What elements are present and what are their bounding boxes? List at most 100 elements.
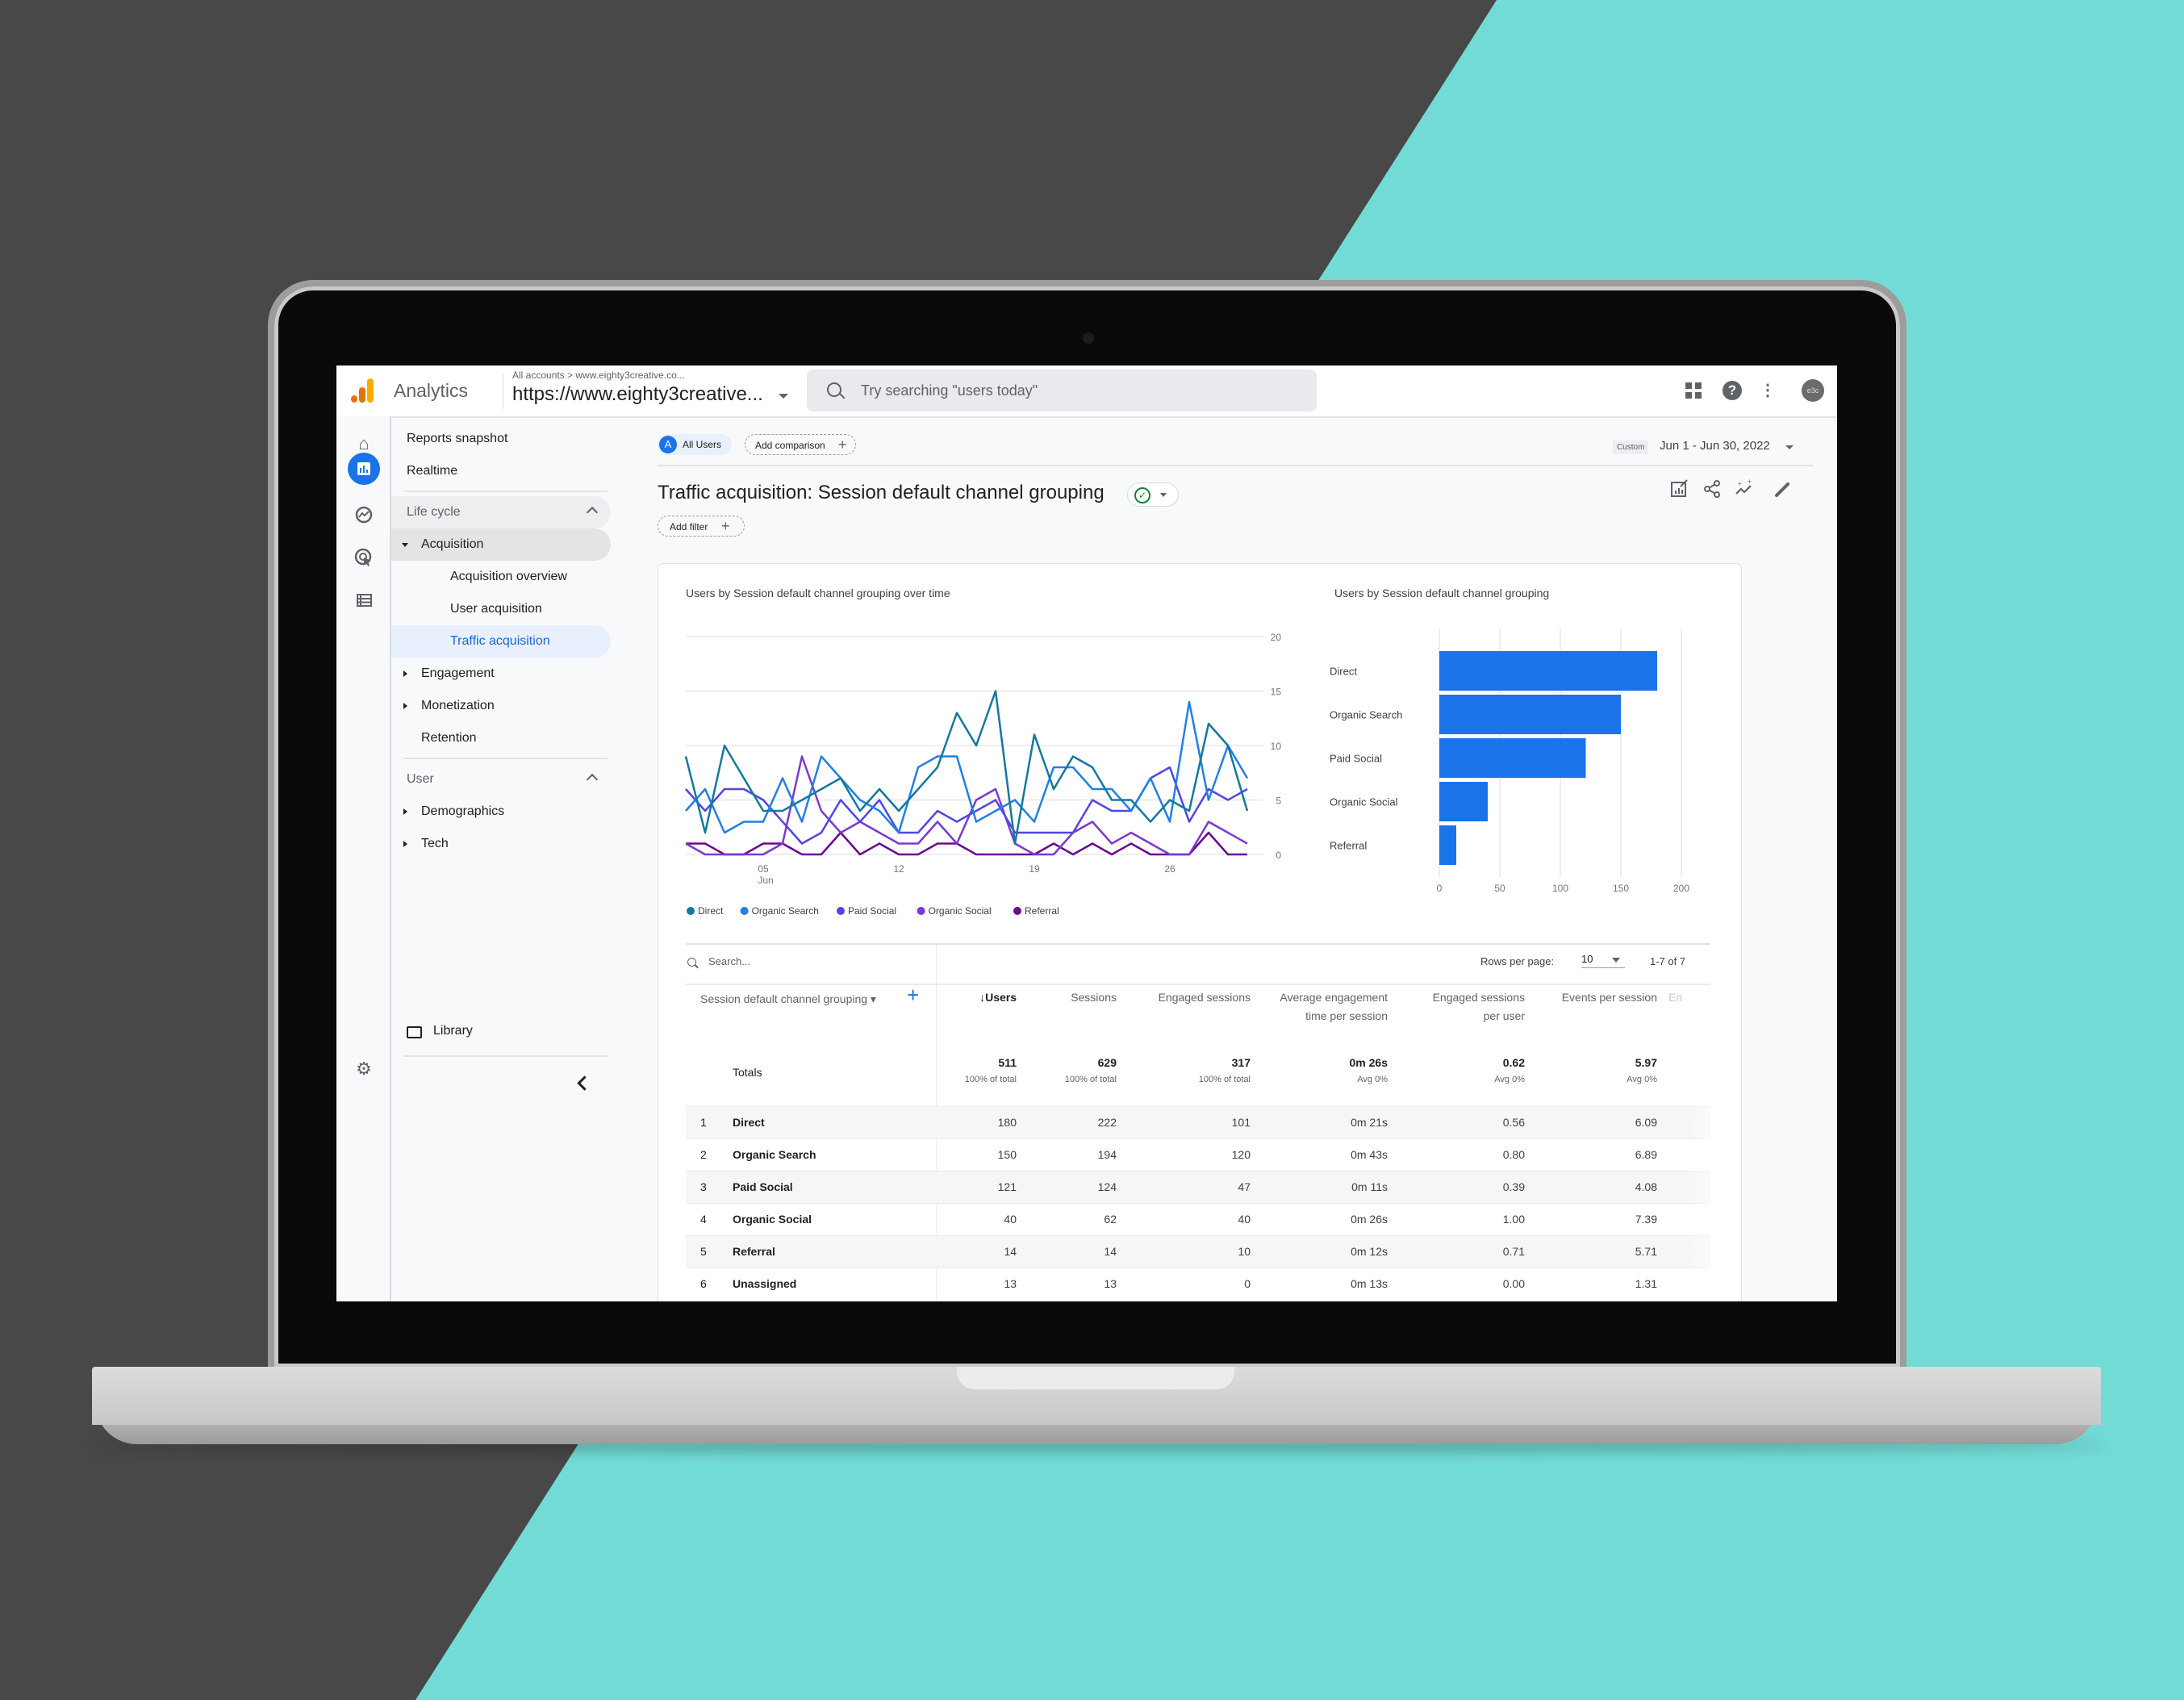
add-dimension-button[interactable]: +	[907, 984, 919, 1005]
folder-icon	[407, 1026, 422, 1038]
nav-label: Acquisition overview	[450, 570, 567, 583]
table-row[interactable]: 4 Organic Social 40 62 40 0m 26s 1.00 7.39	[686, 1203, 1710, 1236]
report-status-button[interactable]: ✓	[1127, 482, 1179, 507]
pagination-label: 1-7 of 7	[1650, 955, 1686, 967]
configure-icon[interactable]	[349, 586, 378, 615]
bar-paid-social	[1439, 738, 1586, 778]
total-value: 511	[998, 1056, 1017, 1069]
nav-label: Library	[433, 1024, 473, 1038]
header-divider	[658, 465, 1813, 466]
nav-divider	[404, 758, 608, 759]
column-header[interactable]: Sessions	[1036, 988, 1117, 1007]
table-row[interactable]: 1 Direct 180 222 101 0m 21s 0.56 6.09	[686, 1106, 1710, 1139]
svg-text:+: +	[1748, 478, 1752, 485]
column-header[interactable]: Average engagement time per session	[1267, 988, 1388, 1025]
property-dropdown-icon[interactable]	[779, 394, 788, 399]
table-row[interactable]: 3 Paid Social 121 124 47 0m 11s 0.39 4.08	[686, 1171, 1710, 1204]
search-bar[interactable]: Try searching "users today"	[807, 370, 1317, 411]
nav-label: User	[407, 772, 434, 786]
row-cell: 14	[1004, 1245, 1017, 1258]
nav-item-realtime[interactable]: Realtime	[391, 455, 611, 487]
column-header[interactable]: Engaged sessions	[1121, 988, 1251, 1007]
row-dimension: Unassigned	[733, 1277, 797, 1290]
row-dimension: Organic Search	[733, 1148, 816, 1161]
dimension-header[interactable]: Session default channel grouping ▾	[700, 990, 894, 1009]
bar-chart: 0 50 100 150 200 Direct Organic Search Paid Soc…	[1330, 629, 1689, 894]
nav-item-monetization[interactable]: Monetization	[391, 690, 611, 722]
legend-label: Organic Search	[752, 905, 819, 917]
x-tick-label: 19	[1029, 863, 1040, 875]
analytics-logo-icon[interactable]	[351, 378, 375, 403]
legend-marker	[687, 907, 695, 915]
help-icon[interactable]: ?	[1723, 381, 1742, 400]
dimension-header-label: Session default channel grouping	[700, 992, 868, 1005]
segment-chip-all-users[interactable]: A All Users	[658, 434, 732, 455]
row-cell: 62	[1104, 1213, 1117, 1226]
account-avatar[interactable]: e3c	[1802, 379, 1824, 402]
row-cell: 0.00	[1502, 1277, 1525, 1290]
row-cell: 120	[1231, 1148, 1251, 1161]
column-header[interactable]: Engaged sessions per user	[1420, 988, 1525, 1025]
explore-icon[interactable]	[349, 500, 378, 529]
add-filter-button[interactable]: Add filter +	[658, 516, 745, 537]
date-dropdown-icon[interactable]	[1785, 445, 1794, 449]
plus-icon: +	[721, 518, 730, 534]
caret-right-icon	[403, 808, 407, 815]
share-icon[interactable]	[1700, 478, 1724, 503]
insights-icon[interactable]: + +	[1732, 478, 1756, 503]
x-tick-label: 50	[1494, 883, 1505, 894]
account-breadcrumb[interactable]: All accounts > www.eighty3creative.co...	[503, 370, 685, 381]
nav-label: Monetization	[421, 699, 495, 712]
category-label: Referral	[1330, 840, 1367, 852]
x-tick-sublabel: Jun	[758, 875, 773, 886]
nav-item-tech[interactable]: Tech	[391, 828, 611, 860]
more-vert-icon[interactable]: ⋮	[1756, 379, 1779, 402]
column-header[interactable]: ↓Users	[936, 988, 1017, 1007]
reports-icon[interactable]	[348, 453, 380, 485]
add-comparison-button[interactable]: Add comparison +	[745, 434, 856, 455]
date-range-picker[interactable]: Jun 1 - Jun 30, 2022	[1660, 439, 1770, 453]
column-header[interactable]: Events per session	[1544, 988, 1657, 1007]
nav-item-traffic-acquisition[interactable]: Traffic acquisition	[391, 625, 611, 658]
y-tick-label: 0	[1276, 850, 1281, 861]
y-tick-label: 10	[1271, 741, 1282, 752]
customize-report-icon[interactable]	[1668, 478, 1692, 503]
edit-icon[interactable]	[1771, 478, 1795, 503]
table-search-input[interactable]: Search...	[708, 955, 750, 967]
nav-item-retention[interactable]: Retention	[391, 722, 611, 754]
search-input[interactable]: Try searching "users today"	[861, 382, 1038, 399]
total-subtext: Avg 0%	[1627, 1075, 1657, 1084]
nav-item-demographics[interactable]: Demographics	[391, 796, 611, 828]
caret-down-icon[interactable]	[1612, 958, 1620, 963]
nav-item-user-acquisition[interactable]: User acquisition	[391, 593, 611, 625]
nav-divider	[404, 491, 608, 492]
table-row[interactable]: 5 Referral 14 14 10 0m 12s 0.71 5.71	[686, 1235, 1710, 1268]
category-label: Organic Social	[1330, 796, 1398, 808]
caret-right-icon	[403, 841, 407, 847]
table-row[interactable]: 6 Unassigned 13 13 0 0m 13s 0.00 1.31	[686, 1268, 1710, 1301]
table-row[interactable]: 2 Organic Search 150 194 120 0m 43s 0.80 6.89	[686, 1138, 1710, 1172]
collapse-nav-button[interactable]	[391, 1076, 611, 1102]
row-cell: 0m 43s	[1351, 1148, 1388, 1161]
nav-item-engagement[interactable]: Engagement	[391, 658, 611, 690]
property-selector[interactable]: https://www.eighty3creative...	[512, 383, 763, 406]
settings-icon[interactable]: ⚙	[349, 1055, 378, 1084]
row-cell: 121	[997, 1180, 1017, 1193]
nav-section-user[interactable]: User	[391, 763, 611, 796]
apps-grid-icon[interactable]	[1685, 382, 1702, 399]
row-cell: 0.56	[1502, 1116, 1525, 1129]
row-index: 4	[700, 1213, 707, 1226]
nav-item-reports-snapshot[interactable]: Reports snapshot	[391, 423, 611, 455]
row-index: 5	[700, 1245, 707, 1258]
line-chart-title: Users by Session default channel groupin…	[686, 587, 950, 599]
nav-item-acquisition[interactable]: Acquisition	[391, 528, 611, 561]
nav-item-library[interactable]: Library	[391, 1015, 611, 1047]
nav-section-life-cycle[interactable]: Life cycle	[391, 496, 611, 528]
nav-item-acquisition-overview[interactable]: Acquisition overview	[391, 561, 611, 593]
advertising-icon[interactable]	[349, 543, 378, 572]
check-circle-icon: ✓	[1134, 487, 1150, 503]
chevron-up-icon	[586, 773, 599, 786]
column-header[interactable]: En	[1668, 988, 1693, 1007]
total-subtext: 100% of total	[1198, 1075, 1251, 1084]
bar-chart-title: Users by Session default channel groupin…	[1334, 587, 1550, 599]
